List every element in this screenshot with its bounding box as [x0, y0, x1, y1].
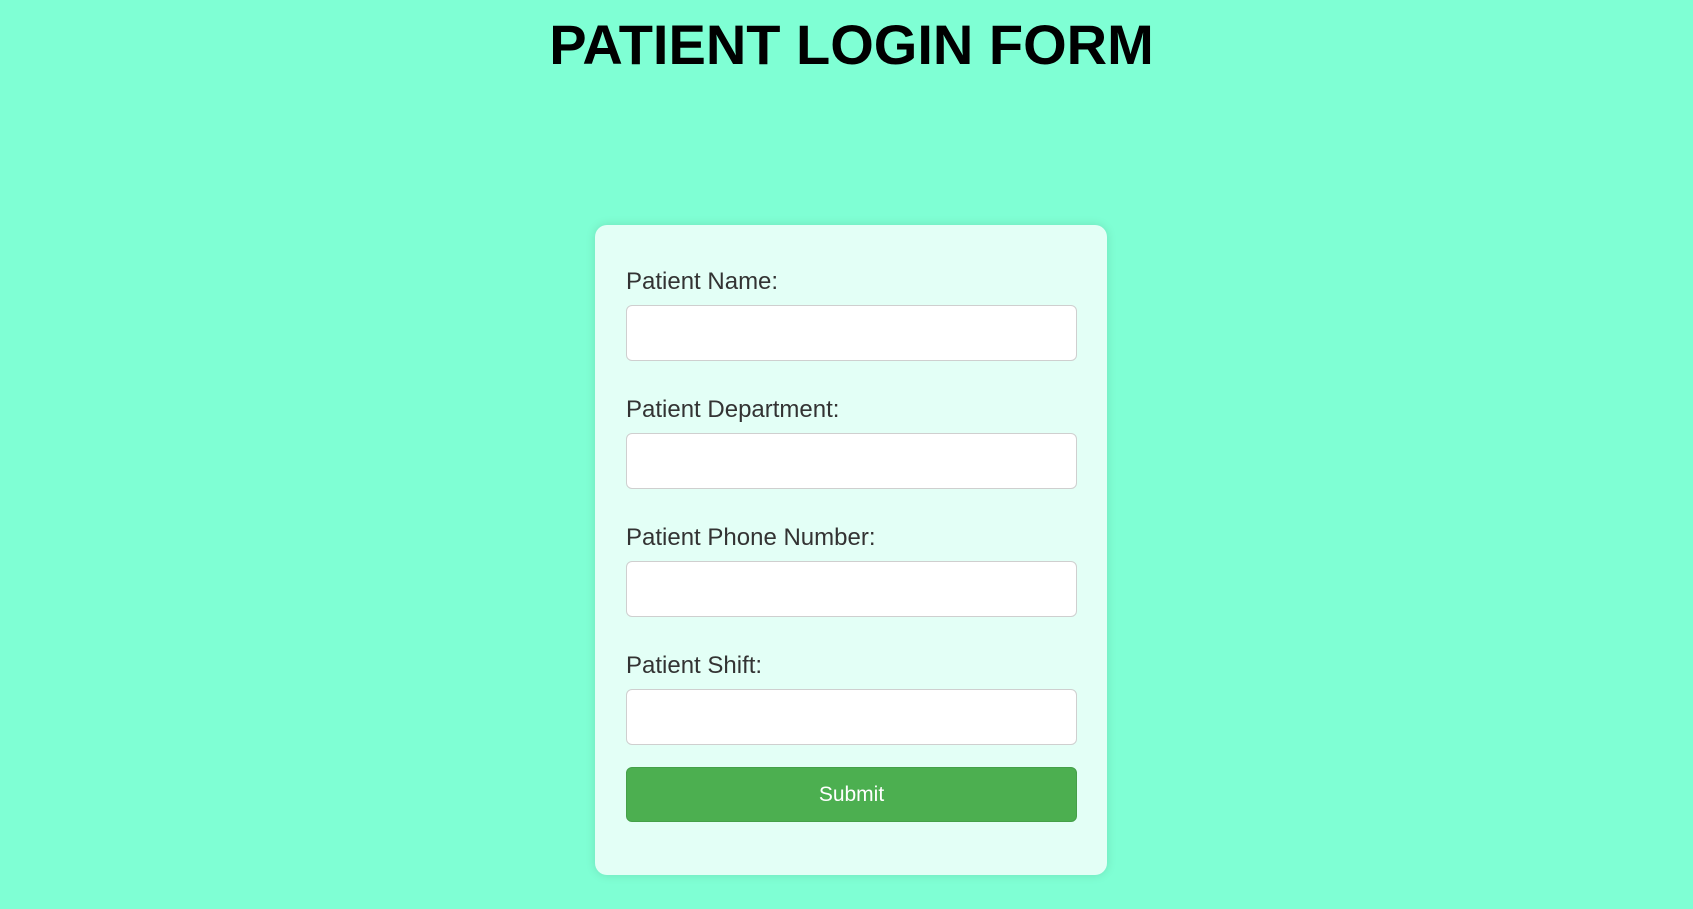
patient-phone-input[interactable]: [626, 561, 1077, 617]
login-form-card: Patient Name: Patient Department: Patien…: [595, 225, 1107, 875]
submit-button[interactable]: Submit: [626, 767, 1077, 822]
patient-department-input[interactable]: [626, 433, 1077, 489]
patient-department-label: Patient Department:: [626, 396, 840, 423]
patient-name-input[interactable]: [626, 305, 1077, 361]
patient-name-label: Patient Name:: [626, 268, 779, 295]
patient-shift-label: Patient Shift:: [626, 652, 763, 679]
page-title: PATIENT LOGIN FORM: [549, 13, 1154, 76]
patient-phone-label: Patient Phone Number:: [626, 524, 876, 551]
patient-shift-input[interactable]: [626, 689, 1077, 745]
